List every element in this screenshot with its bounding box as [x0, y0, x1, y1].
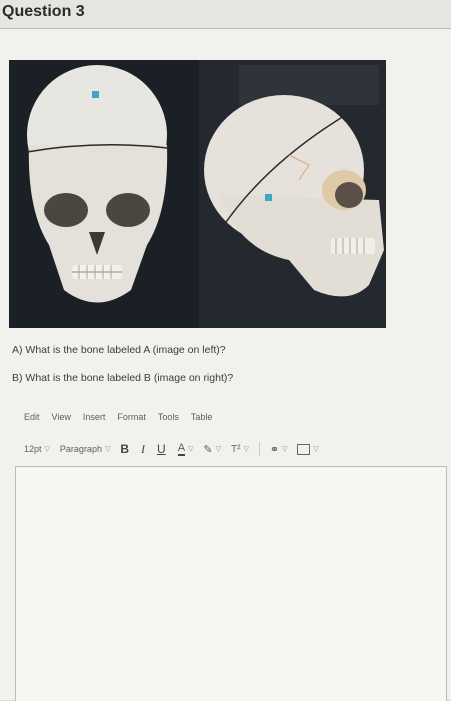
answer-editor-textarea[interactable] [15, 466, 447, 701]
italic-button[interactable]: I [141, 442, 145, 457]
toolbar-separator [258, 442, 260, 456]
link-button[interactable]: ⚭ ▽ [270, 443, 288, 456]
question-header: Question 3 [0, 0, 451, 29]
highlight-icon: ✎ [203, 443, 213, 456]
chevron-down-icon: ▽ [215, 446, 222, 453]
image-button[interactable]: ▽ [297, 443, 319, 455]
menu-insert[interactable]: Insert [83, 412, 106, 422]
superscript-button[interactable]: T² ▽ [231, 444, 249, 455]
chevron-down-icon: ▽ [282, 446, 288, 453]
chevron-down-icon: ▽ [188, 446, 194, 453]
question-title: Question 3 [2, 3, 85, 20]
text-color-button[interactable]: A ▽ [177, 442, 194, 456]
block-format-value: Paragraph [59, 444, 102, 454]
label-b-marker [265, 194, 272, 201]
question-part-b: B) What is the bone labeled B (image on … [12, 372, 234, 384]
font-size-select[interactable]: 12pt ▽ [24, 444, 50, 454]
skull-image [9, 60, 386, 328]
menu-format[interactable]: Format [117, 412, 146, 422]
block-format-select[interactable]: Paragraph ▽ [60, 444, 110, 454]
menu-tools[interactable]: Tools [158, 412, 179, 422]
editor-menubar: Edit View Insert Format Tools Table [24, 412, 224, 422]
chevron-down-icon: ▽ [243, 446, 249, 453]
superscript-icon: T² [231, 443, 241, 455]
menu-edit[interactable]: Edit [24, 412, 40, 422]
underline-button[interactable]: U [157, 442, 166, 456]
question-part-a: A) What is the bone labeled A (image on … [12, 344, 226, 356]
chevron-down-icon: ▽ [104, 446, 111, 453]
menu-view[interactable]: View [52, 412, 71, 422]
text-color-icon: A [177, 442, 186, 456]
menu-table[interactable]: Table [191, 412, 213, 422]
bold-button[interactable]: B [120, 442, 129, 456]
link-icon: ⚭ [269, 443, 280, 456]
chevron-down-icon: ▽ [313, 446, 319, 453]
chevron-down-icon: ▽ [44, 446, 50, 453]
image-icon [297, 443, 311, 455]
highlight-button[interactable]: ✎ ▽ [203, 443, 221, 456]
editor-toolbar: 12pt ▽ Paragraph ▽ B I U A ▽ ✎ ▽ T² ▽ ⚭ … [24, 440, 329, 458]
label-a-marker [92, 91, 99, 98]
font-size-value: 12pt [24, 444, 42, 454]
